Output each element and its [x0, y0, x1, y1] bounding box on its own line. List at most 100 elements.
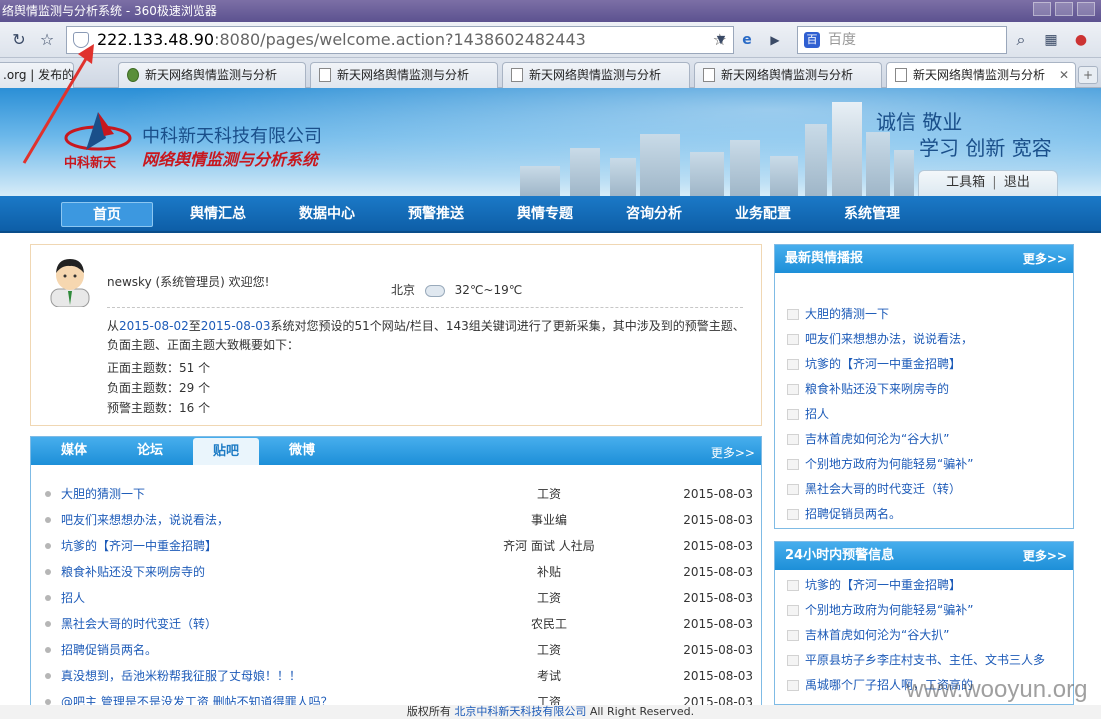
- list-row[interactable]: 坑爹的【齐河一中重金招聘】 齐河 面试 人社局 2015-08-03: [43, 533, 753, 559]
- extensions-icon[interactable]: ▦: [1040, 29, 1062, 51]
- browser-tab-label: 新天网络舆情监测与分析: [913, 68, 1046, 82]
- nav-system-admin[interactable]: 系统管理: [826, 202, 918, 227]
- news-item[interactable]: 个别地方政府为何能轻易“骗补”: [785, 452, 1070, 477]
- more-link[interactable]: 更多>>: [711, 444, 755, 461]
- footer: 版权所有 北京中科新天科技有限公司 All Right Reserved.: [0, 705, 1101, 719]
- alert-item[interactable]: 个别地方政府为何能轻易“骗补”: [785, 598, 1070, 623]
- nav-consulting[interactable]: 咨询分析: [608, 202, 700, 227]
- alert-item[interactable]: 坑爹的【齐河一中重金招聘】: [785, 573, 1070, 598]
- row-date: 2015-08-03: [683, 591, 753, 605]
- stat-label: 预警主题数：: [107, 401, 180, 415]
- row-title[interactable]: 真没想到，岳池米粉帮我征服了丈母娘！！！: [61, 663, 301, 689]
- nav-summary[interactable]: 舆情汇总: [172, 202, 264, 227]
- browser-tab-label: 新天网络舆情监测与分析: [145, 68, 278, 82]
- news-item[interactable]: 大胆的猜测一下: [785, 302, 1070, 327]
- date-to: 2015-08-03: [200, 319, 271, 333]
- row-title[interactable]: 吧友们来想想办法，说说看法，: [61, 507, 229, 533]
- panel-title: 最新舆情播报: [785, 251, 864, 266]
- row-category: 工资: [536, 487, 561, 501]
- page-icon: [703, 68, 715, 82]
- copyright-prefix: 版权所有: [406, 705, 451, 718]
- row-category: 事业编: [530, 513, 567, 527]
- toolbox-link[interactable]: 工具箱: [946, 175, 985, 190]
- minimize-button[interactable]: [1033, 2, 1051, 16]
- copyright-company[interactable]: 北京中科新天科技有限公司: [454, 705, 586, 718]
- search-icon[interactable]: ⌕: [1010, 29, 1032, 51]
- weather-city: 北京: [391, 283, 416, 297]
- browser-tab-4[interactable]: 新天网络舆情监测与分析: [502, 62, 690, 88]
- list-row[interactable]: 真没想到，岳池米粉帮我征服了丈母娘！！！ 考试 2015-08-03: [43, 663, 753, 689]
- row-title[interactable]: 粮食补贴还没下来咧房寺的: [61, 559, 205, 585]
- alert-item[interactable]: 吉林首虎如何沦为“谷大扒”: [785, 623, 1070, 648]
- news-item[interactable]: 吉林首虎如何沦为“谷大扒”: [785, 427, 1070, 452]
- list-row[interactable]: 黑社会大哥的时代变迁（转） 农民工 2015-08-03: [43, 611, 753, 637]
- list-row[interactable]: 大胆的猜测一下 工资 2015-08-03: [43, 481, 753, 507]
- nav-alert-push[interactable]: 预警推送: [390, 202, 482, 227]
- nav-data-center[interactable]: 数据中心: [281, 202, 373, 227]
- tab-tieba[interactable]: 贴吧: [193, 438, 259, 465]
- refresh-icon[interactable]: ↻: [8, 29, 30, 51]
- row-date: 2015-08-03: [683, 617, 753, 631]
- page-icon: [895, 68, 907, 82]
- nav-business-config[interactable]: 业务配置: [717, 202, 809, 227]
- row-category: 工资: [536, 591, 561, 605]
- nav-home[interactable]: 首页: [61, 202, 153, 227]
- stat-label: 负面主题数：: [107, 381, 180, 395]
- browser-tab-5[interactable]: 新天网络舆情监测与分析: [694, 62, 882, 88]
- maximize-button[interactable]: [1055, 2, 1073, 16]
- alert-item[interactable]: 平原县坊子乡李庄村支书、主任、文书三人多: [785, 648, 1070, 673]
- search-input[interactable]: 百 百度: [797, 26, 1007, 54]
- go-icon[interactable]: ▶: [764, 29, 786, 51]
- favorite-star-icon[interactable]: ☆: [36, 29, 58, 51]
- row-title[interactable]: 坑爹的【齐河一中重金招聘】: [61, 533, 217, 559]
- security-shield-icon: [73, 32, 89, 48]
- row-category: 考试: [536, 669, 561, 683]
- row-title[interactable]: 大胆的猜测一下: [61, 481, 145, 507]
- browser-tab-1[interactable]: .org | 发布的漏: [0, 62, 74, 88]
- site-header: 中科新天 中科新天科技有限公司 网络舆情监测与分析系统 诚信 敬业 学习 创新 …: [0, 88, 1101, 196]
- row-title[interactable]: 招聘促销员两名。: [61, 637, 157, 663]
- news-item[interactable]: 招聘促销员两名。: [785, 502, 1070, 527]
- welcome-panel: newsky (系统管理员) 欢迎您! 北京 32℃~19℃ 从2015-08-…: [30, 244, 762, 426]
- news-item[interactable]: 坑爹的【齐河一中重金招聘】: [785, 352, 1070, 377]
- row-category: 工资: [536, 643, 561, 657]
- user-icon[interactable]: ●: [1070, 29, 1092, 51]
- browser-tab-3[interactable]: 新天网络舆情监测与分析: [310, 62, 498, 88]
- topic-stats: 正面主题数：51 个 负面主题数：29 个 预警主题数：16 个: [107, 358, 210, 418]
- news-item[interactable]: 吧友们来想想办法，说说看法，: [785, 327, 1070, 352]
- tab-forum[interactable]: 论坛: [117, 437, 183, 465]
- tools-separator: |: [992, 175, 997, 190]
- browser-tab-2[interactable]: 新天网络舆情监测与分析: [118, 62, 306, 88]
- list-row[interactable]: 吧友们来想想办法，说说看法， 事业编 2015-08-03: [43, 507, 753, 533]
- row-title[interactable]: 招人: [61, 585, 85, 611]
- main-nav: 首页 舆情汇总 数据中心 预警推送 舆情专题 咨询分析 业务配置 系统管理: [0, 196, 1101, 233]
- logout-link[interactable]: 退出: [1004, 175, 1030, 190]
- news-item[interactable]: 招人: [785, 402, 1070, 427]
- tab-weibo[interactable]: 微博: [269, 437, 335, 465]
- ie-mode-icon[interactable]: e: [736, 29, 758, 51]
- address-dropdown-icon[interactable]: ▼: [710, 29, 732, 51]
- close-tab-icon[interactable]: ✕: [1059, 63, 1069, 87]
- close-window-button[interactable]: [1077, 2, 1095, 16]
- slogan-line-2: 学习 创新 宽容: [919, 136, 1052, 160]
- nav-topics[interactable]: 舆情专题: [499, 202, 591, 227]
- news-item[interactable]: 黑社会大哥的时代变迁（转）: [785, 477, 1070, 502]
- tab-media[interactable]: 媒体: [41, 437, 107, 465]
- more-link[interactable]: 更多>>: [1023, 542, 1067, 570]
- page-icon: [511, 68, 523, 82]
- browser-tab-active[interactable]: 新天网络舆情监测与分析 ✕: [886, 62, 1076, 88]
- address-bar[interactable]: 222.133.48.90:8080/pages/welcome.action?…: [66, 26, 734, 54]
- more-link[interactable]: 更多>>: [1023, 245, 1067, 273]
- news-item[interactable]: 粮食补贴还没下来咧房寺的: [785, 377, 1070, 402]
- update-summary: 从2015-08-02至2015-08-03系统对您预设的51个网站/栏目、14…: [107, 317, 747, 355]
- weather: 北京 32℃~19℃: [391, 281, 522, 298]
- list-row[interactable]: 粮食补贴还没下来咧房寺的 补贴 2015-08-03: [43, 559, 753, 585]
- row-date: 2015-08-03: [683, 643, 753, 657]
- list-row[interactable]: 招人 工资 2015-08-03: [43, 585, 753, 611]
- summary-to: 至: [188, 319, 201, 333]
- row-title[interactable]: 黑社会大哥的时代变迁（转）: [61, 611, 217, 637]
- url-host: 222.133.48.90: [97, 30, 215, 49]
- new-tab-button[interactable]: +: [1078, 66, 1098, 84]
- list-row[interactable]: 招聘促销员两名。 工资 2015-08-03: [43, 637, 753, 663]
- user-avatar-icon: [50, 259, 90, 307]
